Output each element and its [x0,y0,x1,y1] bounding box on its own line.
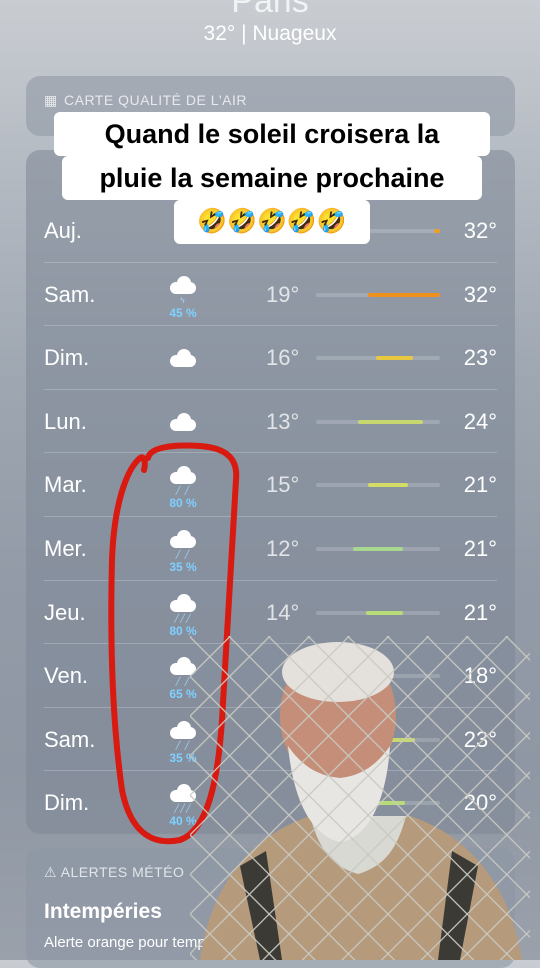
temperature-range-fill [353,547,403,551]
high-temperature: 23° [463,345,497,371]
forecast-row[interactable]: Dim. 16° 23° [26,325,515,389]
city-name: Paris [231,0,309,20]
high-temperature: 32° [463,281,497,307]
meme-caption: Quand le soleil croisera la pluie la sem… [54,112,490,248]
caption-line-1: Quand le soleil croisera la [54,112,490,156]
high-temperature: 21° [463,536,497,561]
temperature-range-fill [368,292,440,297]
forecast-day: Lun. [44,408,87,434]
temperature-range-bar [316,610,440,615]
meme-person-image [190,636,530,960]
caption-line-2: pluie la semaine prochaine [62,156,482,200]
heavy-rain-icon: ╱╱╱ 80 % [166,593,200,638]
temperature-range-bar [316,547,440,551]
temperature-range-bar [316,356,440,361]
rain-probability: 45 % [169,305,197,320]
forecast-day: Dim. [44,790,90,816]
cloud-icon [166,412,200,449]
temperature-range-fill [358,419,423,424]
forecast-row[interactable]: Sam. ϟ 45 % 19° 32° [26,261,515,326]
warning-icon: ⚠ [44,864,58,880]
air-quality-label: CARTE QUALITÉ DE L'AIR [64,92,248,108]
thunderstorm-icon: ϟ 45 % [166,275,200,320]
forecast-day: Ven. [44,663,89,689]
current-condition: 32° | Nuageux [203,22,337,45]
cloud-icon [166,349,200,385]
rain-probability: 80 % [169,496,197,511]
forecast-day: Dim. [44,345,90,371]
forecast-row[interactable]: Lun. 13° 24° [26,388,515,453]
row-divider [44,325,497,327]
low-temperature: 19° [266,281,300,307]
row-divider [44,579,497,581]
forecast-day: Mar. [44,472,87,498]
weather-header: Paris 32° | Nuageux [0,0,540,60]
temperature-range-bar [316,419,440,424]
forecast-day: Mer. [44,536,87,561]
forecast-day: Sam. [44,281,96,307]
high-temperature: 21° [463,599,497,625]
low-temperature: 16° [266,345,300,371]
temperature-range-fill [375,356,413,361]
temperature-range-fill [368,483,408,488]
forecast-day: Jeu. [44,599,86,625]
forecast-row[interactable]: Jeu. ╱╱╱ 80 % 14° 21° [26,579,515,644]
alert-title: Intempéries [44,900,162,923]
high-temperature: 21° [463,472,497,498]
temperature-range-bar [316,292,440,297]
rain-icon: ╱ ╱ 80 % [166,466,200,510]
low-temperature: 15° [266,472,300,498]
rain-probability: 35 % [169,560,197,574]
temperature-range-fill [365,610,403,615]
high-temperature: 24° [463,408,497,434]
temperature-range-bar [316,483,440,488]
low-temperature: 13° [266,408,300,434]
row-divider [44,261,497,263]
row-divider [44,516,497,517]
air-quality-icon: ▦ [44,92,58,108]
forecast-day: Sam. [44,726,96,752]
row-divider [44,452,497,454]
caption-emojis: 🤣🤣🤣🤣🤣 [174,200,370,244]
low-temperature: 12° [266,536,300,561]
forecast-row[interactable]: Mer. ╱ ╱ 35 % 12° 21° [26,516,515,580]
rain-icon: ╱ ╱ 35 % [166,530,200,574]
row-divider [44,388,497,390]
forecast-row[interactable]: Mar. ╱ ╱ 80 % 15° 21° [26,452,515,516]
alerts-label: ALERTES MÉTÉO [60,864,185,880]
low-temperature: 14° [266,599,300,625]
